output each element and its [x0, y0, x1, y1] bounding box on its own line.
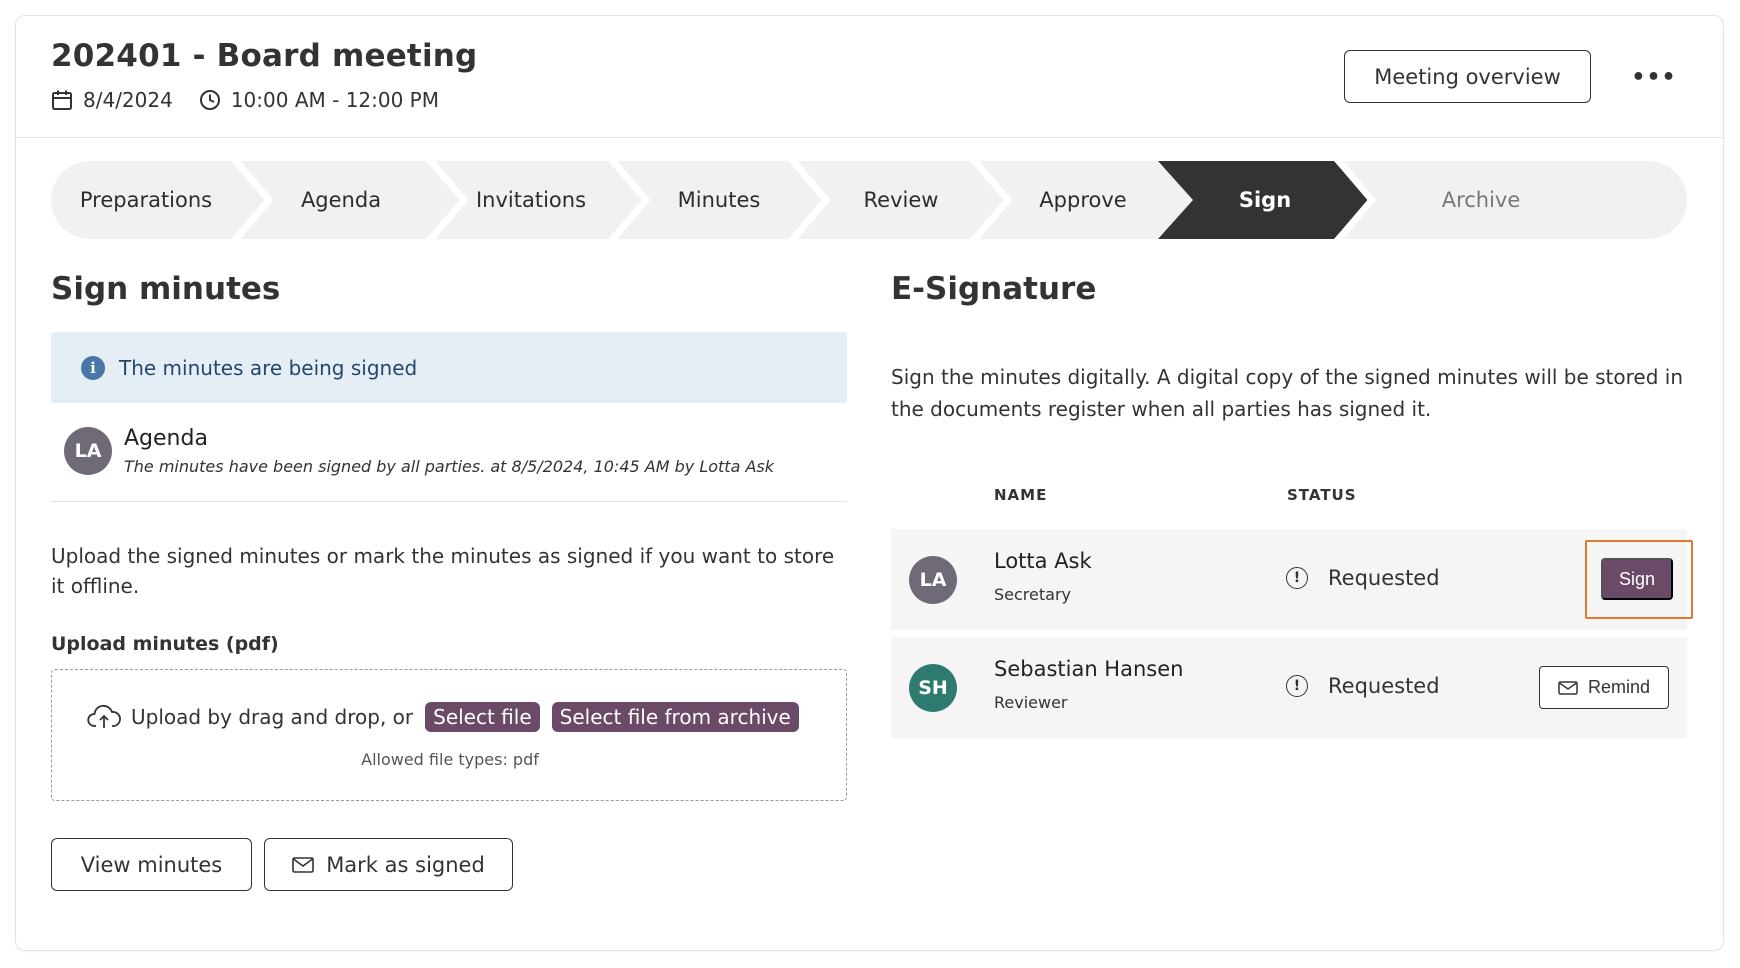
column-header-status: STATUS — [1287, 486, 1357, 504]
workflow-stepper: Preparations Agenda Invitations Minutes … — [51, 161, 1687, 239]
remind-label: Remind — [1587, 677, 1651, 697]
meeting-overview-button[interactable]: Meeting overview — [1344, 50, 1591, 103]
table-row: SH Sebastian Hansen Reviewer ! Requested… — [891, 637, 1687, 738]
step-invitations[interactable]: Invitations — [441, 161, 621, 239]
alert-circle-icon: ! — [1286, 567, 1308, 589]
agenda-title[interactable]: Agenda — [124, 426, 208, 451]
info-icon: i — [81, 355, 105, 380]
dropzone-line: Upload by drag and drop, or Select file … — [87, 702, 799, 732]
mark-as-signed-label: Mark as signed — [326, 852, 485, 877]
mark-as-signed-button[interactable]: Mark as signed — [264, 838, 513, 891]
sign-minutes-title: Sign minutes — [51, 271, 281, 307]
select-archive-file-button[interactable]: Select file from archive — [551, 702, 799, 732]
status-text: Requested — [1328, 566, 1440, 590]
upload-dropzone[interactable]: Upload by drag and drop, or Select file … — [51, 669, 847, 801]
step-agenda[interactable]: Agenda — [251, 161, 431, 239]
signer-role: Reviewer — [994, 693, 1068, 712]
view-minutes-button[interactable]: View minutes — [51, 838, 252, 891]
table-row: LA Lotta Ask Secretary ! Requested Sign — [891, 529, 1693, 630]
signer-status: ! Requested — [1286, 566, 1440, 590]
signer-role: Secretary — [994, 585, 1071, 604]
clock-icon — [199, 90, 220, 110]
allowed-file-types: Allowed file types: pdf — [361, 750, 539, 769]
step-approve[interactable]: Approve — [993, 161, 1173, 239]
step-sign[interactable]: Sign — [1175, 161, 1355, 239]
sign-button-highlight: Sign — [1585, 540, 1693, 619]
page-title: 202401 - Board meeting — [51, 38, 478, 74]
more-options-icon[interactable]: ••• — [1631, 59, 1675, 95]
meeting-header: 202401 - Board meeting 8/4/2024 10:00 AM… — [16, 16, 1723, 138]
alert-circle-icon: ! — [1286, 675, 1308, 697]
upload-label: Upload minutes (pdf) — [51, 633, 279, 655]
avatar: SH — [909, 664, 957, 712]
esignature-description: Sign the minutes digitally. A digital co… — [891, 365, 1684, 421]
sign-button[interactable]: Sign — [1601, 558, 1673, 600]
meeting-card: 202401 - Board meeting 8/4/2024 10:00 AM… — [15, 15, 1724, 951]
status-text: Requested — [1328, 674, 1440, 698]
info-text: The minutes are being signed — [119, 355, 418, 380]
drop-text: Upload by drag and drop, or — [131, 705, 414, 729]
signer-status: ! Requested — [1286, 674, 1440, 698]
mail-icon — [1558, 680, 1578, 695]
remind-button[interactable]: Remind — [1539, 666, 1669, 709]
avatar: LA — [909, 556, 957, 604]
upload-instructions: Upload the signed minutes or mark the mi… — [51, 544, 835, 598]
signer-name: Sebastian Hansen — [994, 657, 1184, 681]
cloud-upload-icon — [87, 705, 121, 728]
step-review[interactable]: Review — [811, 161, 991, 239]
meeting-time: 10:00 AM - 12:00 PM — [230, 88, 440, 112]
esignature-title: E-Signature — [891, 271, 1097, 307]
signer-name: Lotta Ask — [994, 549, 1092, 573]
step-archive[interactable]: Archive — [1381, 161, 1581, 239]
column-header-name: NAME — [994, 486, 1048, 504]
mail-icon — [292, 856, 314, 873]
meeting-meta: 8/4/2024 10:00 AM - 12:00 PM — [51, 88, 439, 112]
step-preparations[interactable]: Preparations — [51, 161, 241, 239]
divider — [51, 501, 847, 502]
calendar-icon — [52, 90, 72, 110]
avatar: LA — [64, 427, 112, 475]
select-file-button[interactable]: Select file — [425, 702, 540, 732]
step-minutes[interactable]: Minutes — [629, 161, 809, 239]
signing-info-banner: i The minutes are being signed — [51, 332, 847, 403]
meeting-date: 8/4/2024 — [83, 88, 173, 112]
agenda-signed-note: The minutes have been signed by all part… — [124, 457, 774, 476]
